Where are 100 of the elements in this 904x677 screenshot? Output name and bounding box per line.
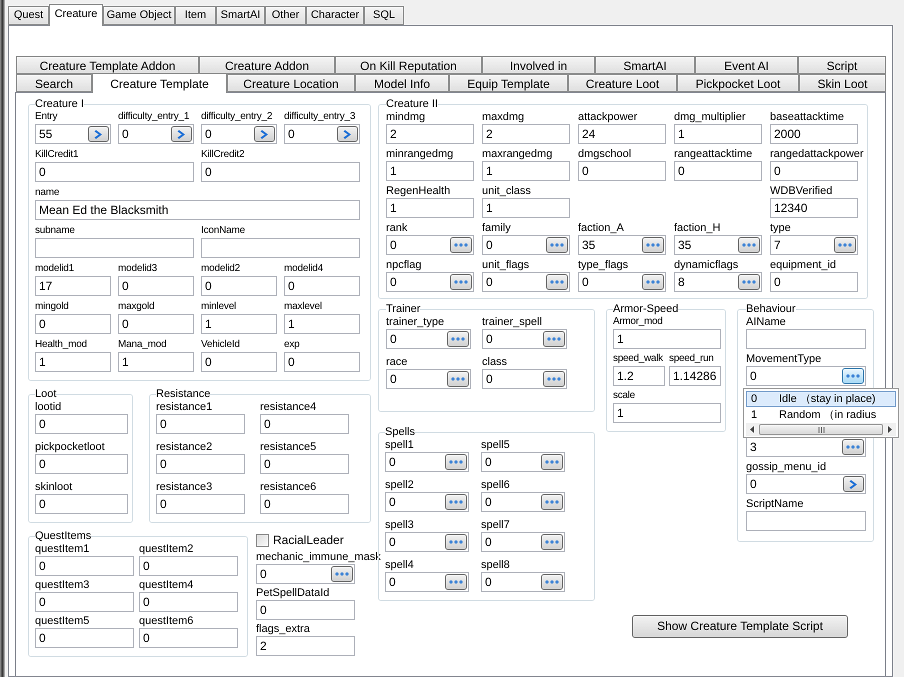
input-field[interactable]: 1 — [118, 352, 194, 372]
go-button[interactable] — [843, 476, 864, 492]
go-button[interactable] — [254, 126, 275, 142]
tab[interactable]: SmartAI — [595, 56, 695, 74]
lookup-button[interactable] — [447, 371, 469, 387]
checkbox[interactable] — [256, 534, 269, 546]
input-field[interactable]: 0 — [201, 162, 360, 182]
tab[interactable]: SmartAI — [216, 6, 265, 25]
lookup-button[interactable] — [450, 237, 472, 253]
input-field[interactable]: 1 — [613, 329, 721, 349]
tab[interactable]: Script — [798, 56, 886, 74]
input-field[interactable]: 0 — [260, 494, 349, 514]
input-field[interactable]: 1 — [386, 161, 474, 181]
tab[interactable]: Other — [265, 6, 306, 25]
lookup-button[interactable] — [738, 237, 760, 253]
tab[interactable]: Creature — [49, 4, 103, 26]
input-field[interactable]: 0 — [156, 494, 245, 514]
input-field[interactable]: Mean Ed the Blacksmith — [35, 200, 360, 220]
input-field[interactable]: 0 — [770, 161, 858, 181]
lookup-button[interactable] — [546, 237, 568, 253]
input-field[interactable]: 1 — [482, 198, 570, 218]
go-button[interactable] — [337, 126, 358, 142]
lookup-button[interactable] — [447, 331, 469, 347]
lookup-button[interactable] — [445, 574, 467, 590]
tab[interactable]: Creature Template Addon — [16, 56, 199, 74]
tab[interactable]: On Kill Reputation — [335, 56, 482, 74]
input-field[interactable]: 24 — [578, 124, 666, 144]
input-field[interactable]: 0 — [284, 352, 360, 372]
tab[interactable]: Creature Loot — [568, 74, 677, 92]
input-field[interactable]: 0 — [118, 314, 194, 334]
input-field[interactable]: 0 — [156, 454, 245, 474]
input-field[interactable]: 0 — [35, 494, 128, 514]
tab[interactable]: Involved in — [482, 56, 595, 74]
lookup-button[interactable] — [541, 574, 563, 590]
tab[interactable]: Event AI — [695, 56, 798, 74]
input-field[interactable]: 1 — [284, 314, 360, 334]
lookup-button[interactable] — [642, 274, 664, 290]
tab[interactable]: Model Info — [355, 74, 449, 92]
input-field[interactable]: 0 — [118, 276, 194, 296]
input-field[interactable]: 1 — [201, 314, 277, 334]
tab[interactable]: Pickpocket Loot — [677, 74, 799, 92]
tab[interactable]: Character — [306, 6, 364, 25]
input-field[interactable]: 0 — [156, 414, 245, 434]
input-field[interactable]: 1 — [482, 161, 570, 181]
lookup-button[interactable] — [842, 368, 864, 384]
input-field[interactable]: 1 — [386, 198, 474, 218]
tab[interactable]: Game Object — [103, 6, 175, 25]
input-field[interactable]: 1.2 — [613, 366, 665, 386]
input-field[interactable]: 1.14286 — [669, 366, 721, 386]
lookup-button[interactable] — [842, 439, 864, 455]
lookup-button[interactable] — [445, 494, 467, 510]
input-field[interactable]: 0 — [35, 628, 134, 648]
input-field[interactable]: 17 — [35, 276, 111, 296]
lookup-button[interactable] — [642, 237, 664, 253]
go-button[interactable] — [88, 126, 109, 142]
input-field[interactable]: 1 — [674, 124, 762, 144]
input-field[interactable]: 0 — [139, 592, 238, 612]
input-field[interactable]: 0 — [35, 314, 111, 334]
go-button[interactable] — [171, 126, 192, 142]
tab[interactable]: Skin Loot — [799, 74, 886, 92]
input-field[interactable]: 0 — [35, 454, 128, 474]
input-field[interactable]: 12340 — [770, 198, 858, 218]
input-field[interactable]: 0 — [260, 454, 349, 474]
input-field[interactable]: 0 — [139, 556, 238, 576]
input-field[interactable]: 0 — [201, 276, 277, 296]
input-field[interactable]: 0 — [201, 352, 277, 372]
input-field[interactable]: 2 — [256, 636, 355, 656]
tab[interactable]: SQL — [364, 6, 404, 25]
tab[interactable]: Creature Addon — [199, 56, 335, 74]
input-field[interactable] — [35, 238, 194, 258]
lookup-button[interactable] — [445, 454, 467, 470]
lookup-button[interactable] — [546, 274, 568, 290]
input-field[interactable]: 2 — [482, 124, 570, 144]
lookup-button[interactable] — [541, 494, 563, 510]
lookup-button[interactable] — [541, 454, 563, 470]
lookup-button[interactable] — [834, 237, 856, 253]
input-field[interactable]: 1 — [35, 352, 111, 372]
list-item[interactable]: 0 Idle （stay in place) — [746, 391, 896, 407]
input-field[interactable]: 0 — [139, 628, 238, 648]
lookup-button[interactable] — [543, 371, 565, 387]
input-field[interactable]: 0 — [256, 600, 355, 620]
input-field[interactable]: 1 — [613, 403, 721, 423]
tab[interactable]: Quest — [8, 6, 49, 25]
input-field[interactable]: 2000 — [770, 124, 858, 144]
input-field[interactable]: 0 — [260, 414, 349, 434]
input-field[interactable]: 0 — [35, 592, 134, 612]
tab[interactable]: Item — [175, 6, 216, 25]
tab[interactable]: Equip Template — [449, 74, 568, 92]
input-field[interactable]: 0 — [284, 276, 360, 296]
list-item[interactable]: 1 Random （in radius — [746, 407, 896, 423]
input-field[interactable]: 0 — [35, 162, 194, 182]
input-field[interactable] — [746, 329, 866, 349]
input-field[interactable]: 0 — [35, 556, 134, 576]
lookup-button[interactable] — [450, 274, 472, 290]
show-script-button[interactable]: Show Creature Template Script — [632, 614, 848, 638]
tab[interactable]: Creature Template — [92, 73, 227, 93]
input-field[interactable]: 0 — [674, 161, 762, 181]
input-field[interactable]: 2 — [386, 124, 474, 144]
input-field[interactable] — [201, 238, 360, 258]
input-field[interactable]: 0 — [35, 414, 128, 434]
